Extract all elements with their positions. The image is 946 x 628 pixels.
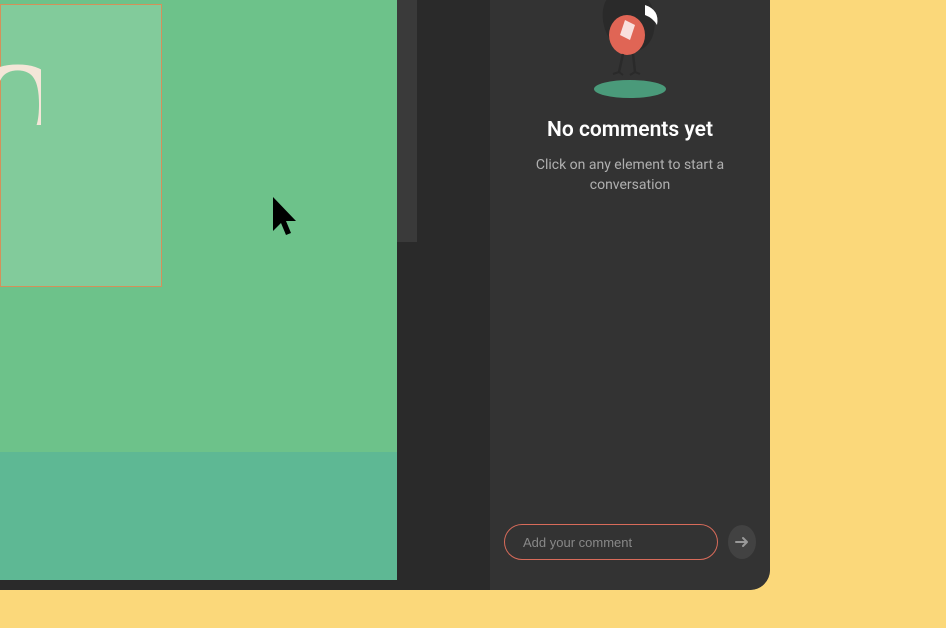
selection-glyph: O xyxy=(0,35,41,125)
comment-input[interactable] xyxy=(504,524,718,560)
selection-box[interactable]: O xyxy=(0,4,162,287)
comments-panel: No comments yet Click on any element to … xyxy=(490,0,770,590)
app-window: O xyxy=(0,0,770,590)
bird-illustration xyxy=(550,0,710,100)
panel-content: No comments yet Click on any element to … xyxy=(490,0,770,524)
canvas-area[interactable]: O xyxy=(0,0,397,580)
cursor-icon xyxy=(270,195,300,240)
bird-icon xyxy=(575,0,685,85)
divider-dark xyxy=(397,0,417,242)
comment-input-row xyxy=(490,524,770,590)
comments-empty-title: No comments yet xyxy=(547,118,713,142)
canvas-lower-band xyxy=(0,452,397,580)
send-button[interactable] xyxy=(728,525,756,559)
send-icon xyxy=(735,535,749,549)
comments-empty-subtitle: Click on any element to start a conversa… xyxy=(530,156,730,195)
